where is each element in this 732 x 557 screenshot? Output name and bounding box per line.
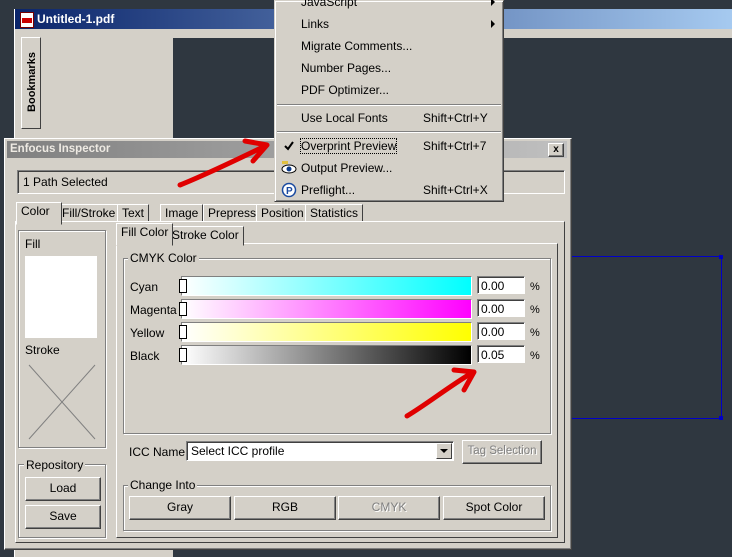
- pdf-file-icon: [20, 12, 34, 28]
- selection-handle[interactable]: [719, 255, 723, 259]
- save-button[interactable]: Save: [25, 505, 101, 529]
- repository-legend: Repository: [24, 458, 86, 472]
- bookmarks-tab-label: Bookmarks: [26, 52, 38, 112]
- menu-item-overprint-preview[interactable]: Overprint Preview Shift+Ctrl+7: [277, 135, 501, 157]
- black-value-field[interactable]: 0.05: [477, 345, 525, 363]
- icc-name-label: ICC Name:: [129, 445, 189, 459]
- selection-status-text: 1 Path Selected: [23, 175, 108, 189]
- black-slider[interactable]: [179, 345, 472, 365]
- magenta-slider[interactable]: [179, 299, 472, 319]
- selected-path-outline[interactable]: [566, 255, 723, 420]
- cmyk-button[interactable]: CMYK: [338, 496, 440, 520]
- selection-handle[interactable]: [719, 416, 723, 420]
- yellow-unit: %: [530, 327, 540, 339]
- black-label: Black: [130, 349, 160, 363]
- advanced-menu: JavaScript Links Migrate Comments... Num…: [274, 0, 504, 202]
- yellow-slider-thumb[interactable]: [179, 325, 187, 339]
- menu-item-migrate-comments[interactable]: Migrate Comments...: [277, 35, 501, 57]
- menu-item-pdf-optimizer[interactable]: PDF Optimizer...: [277, 79, 501, 101]
- close-button[interactable]: x: [548, 143, 564, 157]
- rgb-button[interactable]: RGB: [234, 496, 336, 520]
- spot-color-button[interactable]: Spot Color: [443, 496, 545, 520]
- cyan-unit: %: [530, 281, 540, 293]
- stroke-label: Stroke: [25, 343, 60, 357]
- menu-item-output-preview[interactable]: Output Preview...: [277, 157, 501, 179]
- change-into-legend: Change Into: [128, 478, 198, 492]
- fill-swatch[interactable]: [25, 256, 97, 338]
- annotation-arrow-icon: [177, 138, 270, 188]
- menu-item-number-pages[interactable]: Number Pages...: [277, 57, 501, 79]
- magenta-slider-thumb[interactable]: [179, 302, 187, 316]
- magenta-label: Magenta: [130, 303, 177, 317]
- subtab-fill-color[interactable]: Fill Color: [116, 223, 174, 246]
- stroke-none-swatch[interactable]: [27, 363, 97, 441]
- close-icon: x: [553, 144, 559, 155]
- menu-separator: [277, 104, 501, 106]
- load-button[interactable]: Load: [25, 477, 101, 501]
- icc-profile-select[interactable]: Select ICC profile: [186, 441, 454, 461]
- yellow-slider[interactable]: [179, 322, 472, 342]
- cyan-label: Cyan: [130, 280, 159, 294]
- preflight-icon: P: [281, 182, 297, 198]
- menu-item-preflight[interactable]: P Preflight... Shift+Ctrl+X: [277, 179, 501, 201]
- cyan-value-field[interactable]: 0.00: [477, 276, 525, 294]
- magenta-unit: %: [530, 304, 540, 316]
- menu-item-use-local-fonts[interactable]: Use Local Fonts Shift+Ctrl+Y: [277, 107, 501, 129]
- eye-icon: [281, 161, 297, 174]
- cyan-slider-thumb[interactable]: [179, 279, 187, 293]
- bookmarks-tab[interactable]: Bookmarks: [21, 37, 41, 129]
- cmyk-legend: CMYK Color: [128, 251, 199, 265]
- annotation-arrow-icon: [404, 367, 477, 419]
- menu-item-javascript[interactable]: JavaScript: [277, 0, 501, 13]
- cyan-slider[interactable]: [179, 276, 472, 296]
- submenu-arrow-icon: [491, 0, 495, 6]
- subtab-stroke-color[interactable]: Stroke Color: [167, 226, 244, 246]
- fill-label: Fill: [25, 237, 41, 251]
- black-unit: %: [530, 350, 540, 362]
- black-slider-thumb[interactable]: [179, 348, 187, 362]
- chevron-down-icon: [440, 449, 448, 453]
- yellow-label: Yellow: [130, 326, 165, 340]
- inspector-title: Enfocus Inspector: [10, 143, 111, 155]
- icc-profile-value: Select ICC profile: [191, 444, 285, 458]
- tab-color[interactable]: Color: [16, 202, 62, 225]
- tag-selection-button[interactable]: Tag Selection: [462, 440, 542, 464]
- menu-item-links[interactable]: Links: [277, 13, 501, 35]
- yellow-value-field[interactable]: 0.00: [477, 322, 525, 340]
- svg-text:P: P: [286, 186, 293, 197]
- icc-dropdown-button[interactable]: [436, 443, 452, 459]
- magenta-value-field[interactable]: 0.00: [477, 299, 525, 317]
- gray-button[interactable]: Gray: [129, 496, 231, 520]
- submenu-arrow-icon: [491, 20, 495, 28]
- menu-separator: [277, 131, 501, 133]
- checkmark-icon: [284, 141, 294, 151]
- document-title: Untitled-1.pdf: [37, 12, 115, 26]
